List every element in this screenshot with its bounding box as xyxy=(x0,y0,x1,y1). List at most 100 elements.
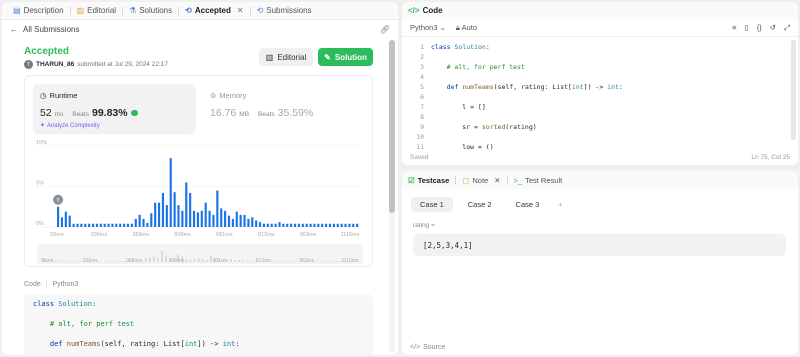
solution-button[interactable]: ✎ Solution xyxy=(318,48,373,66)
chart-bar xyxy=(196,212,199,227)
navigator-bar xyxy=(206,260,208,262)
back-to-submissions[interactable]: ← All Submissions xyxy=(10,25,79,34)
chart-bar xyxy=(68,215,71,227)
chart-bar xyxy=(317,223,320,227)
chart-bar xyxy=(255,220,258,227)
panel-scrollbar[interactable] xyxy=(389,40,395,352)
navigator-bar xyxy=(116,261,118,262)
navigator-bar xyxy=(189,259,192,262)
chart-bar xyxy=(158,202,161,227)
chart-bar xyxy=(95,223,98,227)
navigator-tick-label: 358ms xyxy=(126,258,142,264)
case-1-tab[interactable]: Case 1 xyxy=(411,197,453,212)
case-2-tab[interactable]: Case 2 xyxy=(459,197,501,212)
code-editor[interactable]: 1 class Solution: 2 3 # alt, for perf tes… xyxy=(402,40,788,151)
runtime-distribution-chart[interactable]: 10%5%0%T55ms 206ms 358ms 509ms 661ms 812ms 963… xyxy=(25,76,374,268)
tab-divider xyxy=(455,176,457,184)
editor-status-bar: Saved Ln 75, Col 25 xyxy=(402,150,798,165)
editor-line: 1 class Solution: xyxy=(420,43,490,51)
braces-icon[interactable]: {} xyxy=(757,23,762,33)
case-3-tab[interactable]: Case 3 xyxy=(507,197,549,212)
tab-test-result[interactable]: >_ Test Result xyxy=(514,176,563,185)
scroll-thumb[interactable] xyxy=(389,40,395,213)
editor-scrollbar[interactable] xyxy=(791,40,796,140)
avatar[interactable]: T xyxy=(24,60,33,69)
tab-editorial[interactable]: ▥ Editorial xyxy=(74,2,119,20)
rating-input[interactable]: [2,5,3,4,1] xyxy=(413,234,786,256)
chart-bar xyxy=(290,223,293,227)
chart-bar xyxy=(57,206,60,227)
reset-icon[interactable]: ↺ xyxy=(770,23,776,33)
chart-bar xyxy=(247,218,250,227)
testcase-tabbar: ☑ Testcase ▢ Note ✕ >_ Test Result xyxy=(402,171,798,189)
navigator-bar xyxy=(230,259,233,262)
navigator-bar xyxy=(202,259,204,262)
submitted-code[interactable]: class Solution: # alt, for perf test def… xyxy=(24,294,373,355)
language-select[interactable]: Python3 ⌄ xyxy=(410,23,446,32)
chart-bar xyxy=(103,223,106,227)
tab-testcase[interactable]: ☑ Testcase xyxy=(408,176,449,185)
save-status: Saved xyxy=(410,154,429,161)
x-tick-label: 661ms xyxy=(216,232,233,238)
navigator-bar xyxy=(165,256,167,262)
code-panel-title: Code xyxy=(422,6,443,15)
close-icon[interactable]: ✕ xyxy=(237,6,244,15)
format-icon[interactable]: ≡ xyxy=(732,23,736,33)
chart-bar xyxy=(293,223,297,227)
chevron-down-icon: ⌄ xyxy=(439,23,446,32)
navigator-tick-label: 963ms xyxy=(299,258,315,264)
chart-bar xyxy=(262,223,266,227)
y-tick-label: 0% xyxy=(36,221,44,227)
chart-bar xyxy=(189,192,192,227)
bookmark-icon[interactable]: ▯ xyxy=(745,23,749,33)
auto-toggle[interactable]: 🔒︎ Auto xyxy=(456,23,477,33)
editor-line: 2 xyxy=(420,53,424,61)
chart-bar xyxy=(309,223,312,227)
chart-bar xyxy=(227,215,231,227)
navigator-bar xyxy=(291,261,294,262)
chart-bar xyxy=(64,211,67,227)
app-root: ▤ Description ▥ Editorial ⚗ Solutions ⟲ … xyxy=(0,0,800,357)
expand-icon[interactable]: ⤢ xyxy=(784,23,790,33)
navigator-bar xyxy=(108,261,110,262)
tab-divider xyxy=(249,6,251,15)
tab-submissions[interactable]: ⟲ Submissions xyxy=(254,2,315,20)
book-icon: ▥ xyxy=(76,6,85,15)
history-icon: ⟲ xyxy=(256,6,264,15)
problem-tabbar: ▤ Description ▥ Editorial ⚗ Solutions ⟲ … xyxy=(2,2,398,20)
navigator-bar xyxy=(197,258,200,262)
code-toolbar: Python3 ⌄ 🔒︎ Auto ≡ ▯ {} ↺ ⤢ xyxy=(402,19,798,37)
add-case-button[interactable]: + xyxy=(554,197,566,212)
code-language: Python3 xyxy=(52,281,79,288)
tab-label: Editorial xyxy=(87,6,117,15)
source-link[interactable]: </> Source xyxy=(410,344,445,351)
navigator-bar xyxy=(63,261,65,262)
navigator-bar xyxy=(149,258,151,262)
chart-bar xyxy=(286,223,289,227)
tab-solutions[interactable]: ⚗ Solutions xyxy=(126,2,175,20)
navigator-bar xyxy=(283,261,286,262)
submitter-name[interactable]: THARUN_86 xyxy=(36,61,74,68)
chart-bar xyxy=(80,223,83,227)
x-tick-label: 358ms xyxy=(132,232,149,238)
tab-description[interactable]: ▤ Description xyxy=(10,2,67,20)
tab-accepted[interactable]: ⟲ Accepted ✕ xyxy=(182,2,246,20)
code-line: class Solution: xyxy=(33,300,97,308)
chart-bar xyxy=(154,202,157,227)
language-value: Python3 xyxy=(410,23,438,32)
navigator-bar xyxy=(246,260,249,262)
navigator-bar xyxy=(185,259,188,262)
chart-bar xyxy=(313,223,316,227)
editor-line: 8 xyxy=(420,113,424,121)
close-icon[interactable]: ✕ xyxy=(494,176,500,185)
chart-bar xyxy=(274,223,277,227)
tab-note[interactable]: ▢ Note ✕ xyxy=(462,176,500,185)
navigator-bar xyxy=(324,261,326,262)
editorial-button[interactable]: ▥ Editorial xyxy=(259,48,313,66)
navigator-bar xyxy=(242,260,245,262)
source-label: Source xyxy=(423,344,446,351)
navigator-bar xyxy=(336,261,339,262)
code-editor-panel: </> Code Python3 ⌄ 🔒︎ Auto ≡ ▯ {} ↺ ⤢ 1c… xyxy=(402,2,798,165)
chart-bar xyxy=(340,223,343,227)
link-icon[interactable]: 🔗︎ xyxy=(380,25,390,34)
